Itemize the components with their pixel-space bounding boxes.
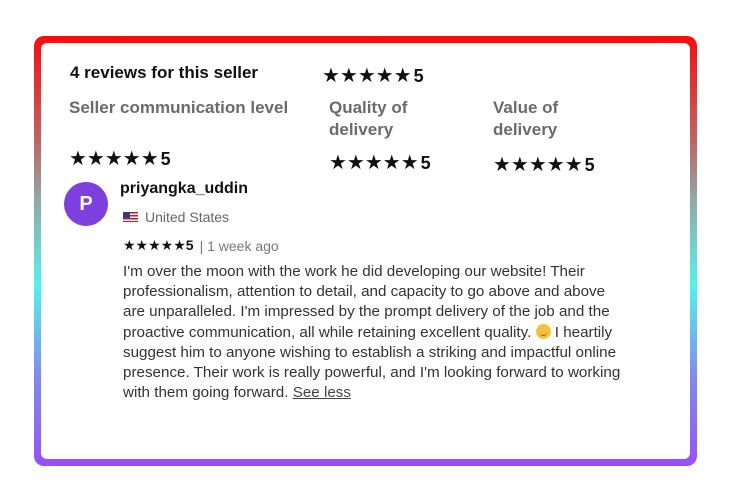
- review-rating: ★★★★★5: [123, 237, 194, 254]
- category-rating-value: 5: [584, 155, 595, 175]
- category-label-quality: Quality of delivery: [329, 98, 408, 139]
- smiling-face-emoji: [535, 323, 551, 339]
- see-less-link[interactable]: See less: [293, 384, 351, 401]
- overall-rating-value: 5: [413, 66, 424, 86]
- category-rating-quality: ★★★★★ 5: [329, 150, 431, 175]
- category-label-value: Value of delivery: [493, 98, 559, 139]
- overall-rating: ★★★★★ 5: [322, 63, 424, 88]
- star-icon: ★★★★★: [123, 237, 186, 253]
- star-icon: ★★★★★: [493, 154, 583, 176]
- category-rating-value: 5: [160, 149, 171, 169]
- category-rating-value: 5: [420, 153, 431, 173]
- review-rating-row: ★★★★★5 | 1 week ago: [123, 237, 279, 254]
- category-rating-communication: ★★★★★ 5: [69, 146, 171, 171]
- review-rating-value: 5: [185, 237, 194, 253]
- reviewer-username[interactable]: priyangka_uddin: [120, 180, 248, 198]
- review-text: I'm over the moon with the work he did d…: [123, 262, 623, 403]
- star-icon: ★★★★★: [322, 65, 412, 87]
- reviewer-country: United States: [123, 209, 229, 225]
- review-time: | 1 week ago: [199, 237, 279, 254]
- us-flag-icon: [123, 212, 138, 222]
- category-label-communication: Seller communication level: [69, 98, 289, 117]
- reviews-title: 4 reviews for this seller: [70, 63, 259, 82]
- star-icon: ★★★★★: [329, 152, 419, 174]
- category-rating-value-of-delivery: ★★★★★ 5: [493, 152, 595, 177]
- avatar[interactable]: P: [64, 182, 108, 226]
- country-label: United States: [145, 209, 230, 225]
- star-icon: ★★★★★: [69, 148, 159, 170]
